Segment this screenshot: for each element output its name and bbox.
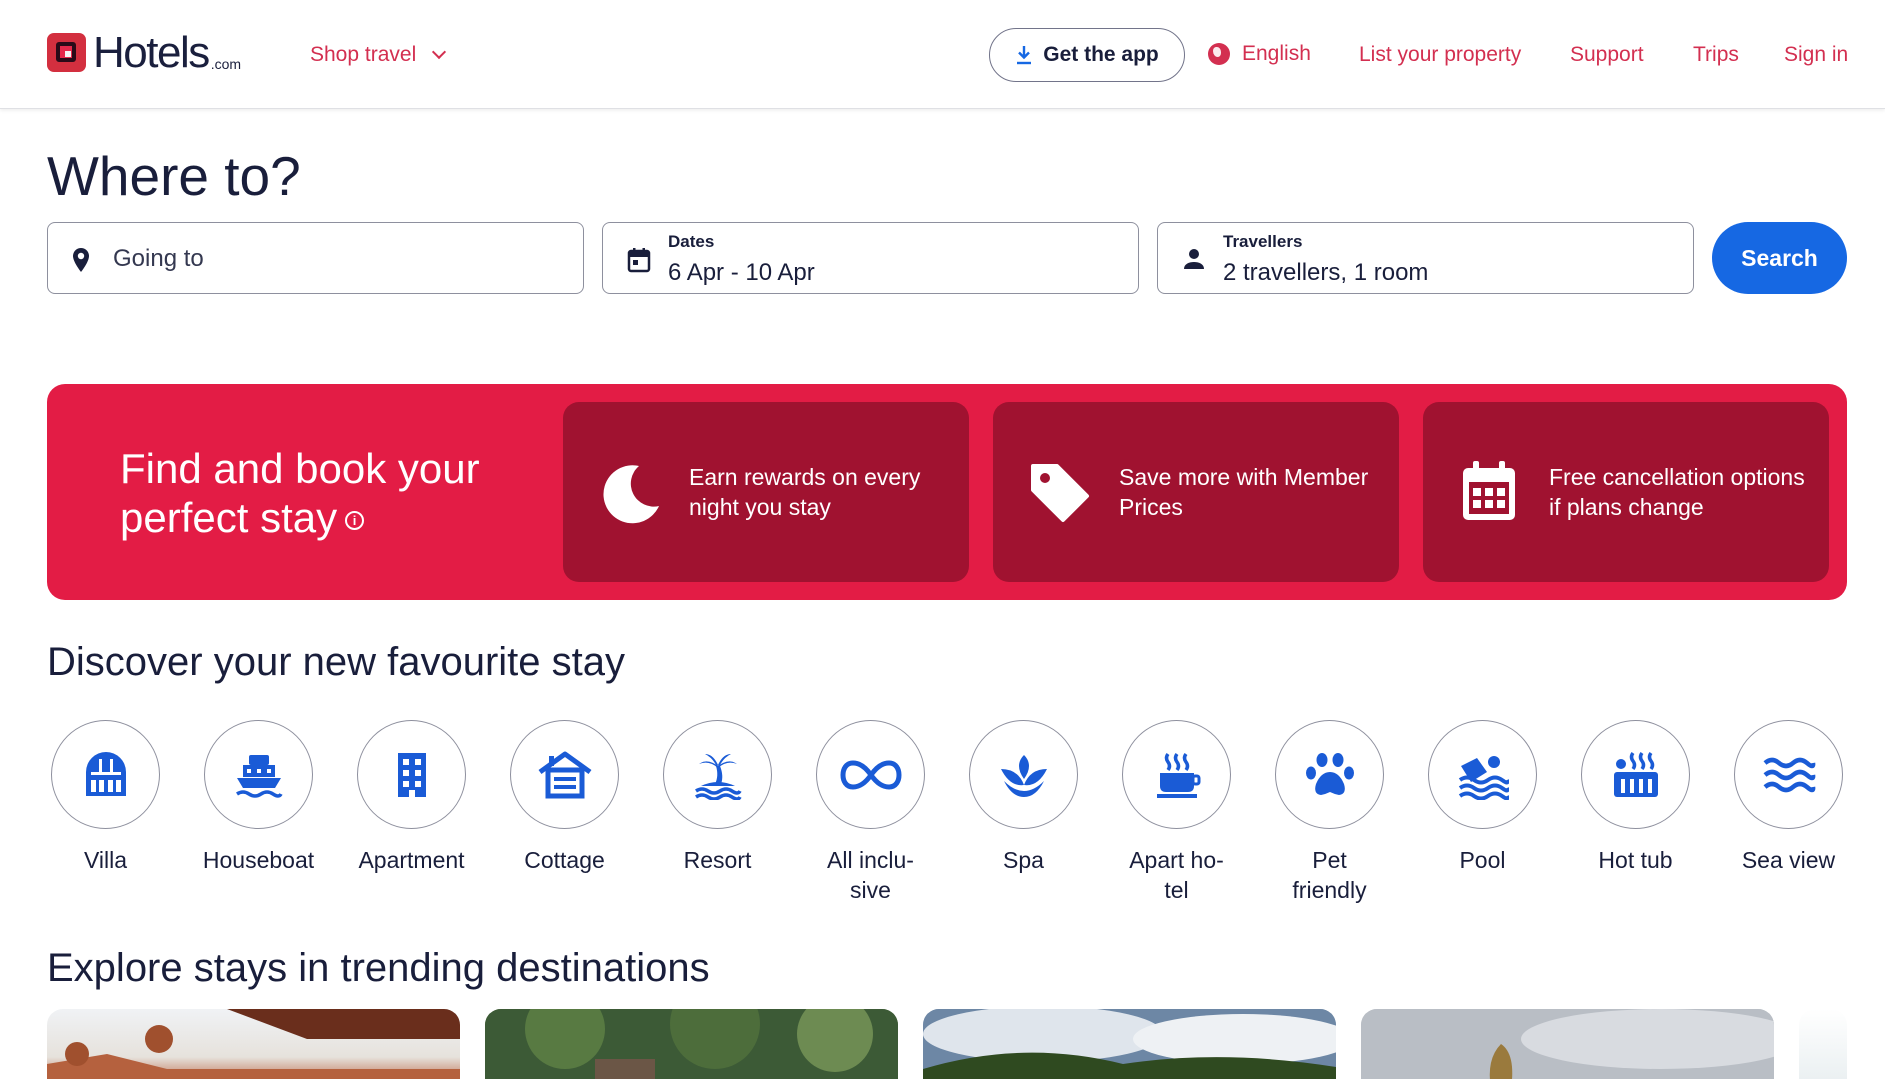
- destination-card[interactable]: [1799, 1009, 1847, 1079]
- trending-section-title: Explore stays in trending destinations: [47, 946, 710, 990]
- hot-tub-icon: [1613, 751, 1658, 797]
- brand-suffix: .com: [210, 56, 242, 72]
- destination-image: [485, 1009, 898, 1079]
- discover-section-title: Discover your new favourite stay: [47, 640, 626, 684]
- category-spa[interactable]: Spa: [947, 720, 1100, 875]
- category-label: All inclu- sive: [827, 847, 914, 903]
- dates-value: 6 Apr - 10 Apr: [668, 259, 815, 286]
- destination-image: [923, 1009, 1336, 1079]
- brand-name: Hotels: [93, 28, 210, 77]
- category-label: Spa: [1003, 847, 1044, 873]
- category-label: Cottage: [524, 847, 605, 873]
- pool-icon: [1458, 755, 1509, 800]
- travellers-field[interactable]: Travellers 2 travellers, 1 room: [1157, 222, 1694, 294]
- category-label: Pool: [1459, 847, 1506, 873]
- globe-icon: [1208, 43, 1230, 65]
- search-button[interactable]: Search: [1712, 222, 1847, 294]
- category-houseboat[interactable]: Houseboat: [182, 720, 335, 875]
- banner-title: Find and book your perfect stay i: [120, 444, 520, 542]
- shop-travel-menu[interactable]: Shop travel: [310, 43, 447, 67]
- category-label: Apartment: [358, 847, 465, 873]
- chevron-down-icon: [432, 44, 447, 60]
- category-label: Sea view: [1741, 847, 1836, 873]
- sign-in-link[interactable]: Sign in: [1784, 43, 1848, 67]
- benefit-card-member-prices: Save more with Member Prices: [993, 402, 1399, 582]
- language-label: English: [1242, 42, 1311, 65]
- category-hot-tub[interactable]: Hot tub: [1559, 720, 1712, 875]
- dates-field[interactable]: Dates 6 Apr - 10 Apr: [602, 222, 1139, 294]
- dates-label: Dates: [668, 232, 715, 251]
- category-label: Villa: [83, 847, 128, 873]
- member-benefits-banner: Find and book your perfect stay i Earn re…: [47, 384, 1847, 600]
- category-pool[interactable]: Pool: [1406, 720, 1559, 875]
- travellers-label: Travellers: [1223, 232, 1303, 251]
- calendar-small-icon: [627, 248, 651, 273]
- cottage-icon: [538, 751, 591, 798]
- destination-card[interactable]: [923, 1009, 1336, 1079]
- page-title: Where to?: [47, 145, 301, 207]
- banner-title-text: Find and book your perfect stay: [120, 445, 480, 541]
- villa-icon: [85, 751, 126, 796]
- destination-card[interactable]: [1361, 1009, 1774, 1079]
- list-your-property-link[interactable]: List your property: [1359, 43, 1521, 67]
- destination-card[interactable]: [47, 1009, 460, 1079]
- category-pet-friendly[interactable]: Pet friendly: [1253, 720, 1406, 905]
- moon-icon: [603, 465, 659, 524]
- info-icon[interactable]: i: [345, 511, 365, 531]
- aparthotel-icon: [1156, 752, 1200, 798]
- location-pin-icon: [73, 248, 89, 272]
- category-label: Houseboat: [202, 847, 315, 873]
- category-label: Apart ho- tel: [1129, 847, 1224, 903]
- benefit-card-rewards: Earn rewards on every night you stay: [563, 402, 969, 582]
- pet-friendly-icon: [1305, 752, 1354, 795]
- houseboat-icon: [235, 754, 283, 798]
- spa-icon: [1000, 754, 1047, 797]
- sea-view-icon: [1763, 757, 1815, 792]
- language-selector[interactable]: English: [1208, 42, 1311, 66]
- category-all-inclusive[interactable]: All inclu- sive: [794, 720, 947, 905]
- destination-field[interactable]: Going to: [47, 222, 584, 294]
- trips-link[interactable]: Trips: [1693, 43, 1739, 67]
- category-label: Hot tub: [1598, 847, 1673, 873]
- travellers-value: 2 travellers, 1 room: [1223, 259, 1429, 286]
- all-inclusive-icon: [839, 759, 902, 790]
- get-the-app-button[interactable]: Get the app: [989, 28, 1185, 82]
- hotels-logo[interactable]: Hotels .com: [47, 28, 242, 77]
- benefit-card-free-cancellation: Free cancellation options if plans chang…: [1423, 402, 1829, 582]
- benefit-text: Free cancellation options if plans chang…: [1549, 464, 1805, 520]
- resort-icon: [694, 753, 742, 800]
- top-header: Hotels .com Shop travel Get the app Engl…: [0, 0, 1885, 109]
- calendar-icon: [1463, 461, 1515, 520]
- destination-card[interactable]: [485, 1009, 898, 1079]
- category-label: Pet friendly: [1292, 847, 1367, 903]
- hotels-logo-icon: [47, 33, 86, 72]
- destination-image: [47, 1009, 460, 1079]
- get-the-app-label: Get the app: [1043, 43, 1159, 66]
- download-icon: [1017, 46, 1032, 65]
- category-villa[interactable]: Villa: [29, 720, 182, 875]
- benefit-text: Save more with Member Prices: [1119, 464, 1369, 520]
- person-icon: [1184, 249, 1204, 269]
- category-label: Resort: [683, 847, 752, 873]
- tag-icon: [1031, 464, 1089, 522]
- apartment-icon: [397, 752, 426, 797]
- destination-image: [1361, 1009, 1774, 1079]
- category-sea-view[interactable]: Sea view: [1712, 720, 1865, 875]
- support-link[interactable]: Support: [1570, 43, 1644, 67]
- category-cottage[interactable]: Cottage: [488, 720, 641, 875]
- shop-travel-label: Shop travel: [310, 43, 417, 66]
- category-aparthotel[interactable]: Apart ho- tel: [1100, 720, 1253, 905]
- category-apartment[interactable]: Apartment: [335, 720, 488, 875]
- benefit-text: Earn rewards on every night you stay: [689, 464, 921, 520]
- category-resort[interactable]: Resort: [641, 720, 794, 875]
- destination-placeholder: Going to: [113, 245, 204, 272]
